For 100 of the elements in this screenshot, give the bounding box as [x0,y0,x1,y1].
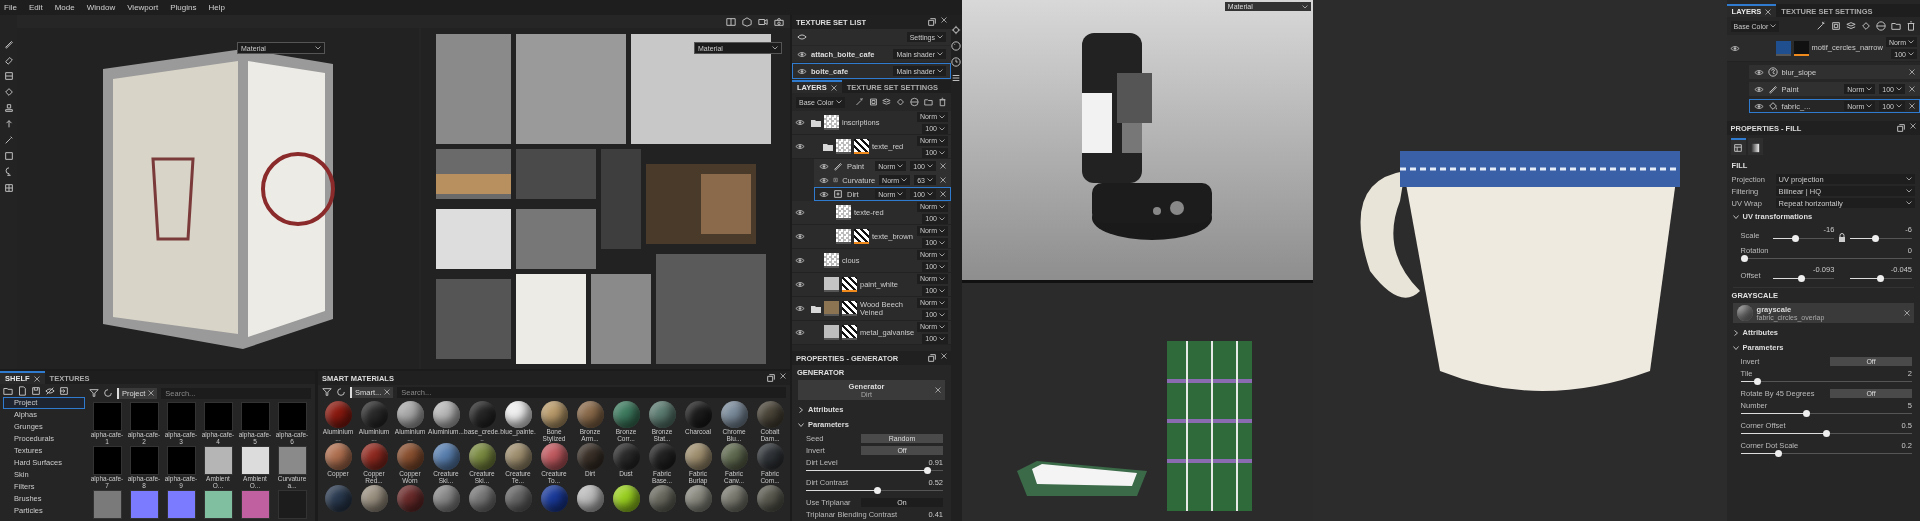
mask-thumbnail[interactable] [854,229,869,244]
resource-thumbnail[interactable] [277,402,307,431]
new-file-icon[interactable] [17,385,27,396]
add-layer-icon[interactable] [1846,21,1856,31]
slider-thumb[interactable] [1775,450,1783,457]
eye-icon[interactable] [795,329,805,336]
eye-icon[interactable] [795,143,805,150]
resource-thumbnail[interactable] [240,490,270,519]
reset-icon[interactable] [336,387,346,397]
menu-item[interactable]: Mode [54,3,75,12]
close-icon[interactable] [1909,103,1915,109]
layer-thumbnail[interactable] [824,253,839,268]
import-icon[interactable] [59,385,69,396]
globe-icon[interactable] [910,97,920,107]
selection-icon[interactable] [3,151,14,161]
property-tab[interactable] [1747,138,1763,155]
add-layer-icon[interactable] [882,97,892,107]
material-preview[interactable] [540,401,568,428]
list-icon[interactable] [951,73,962,83]
resource-thumbnail[interactable] [129,402,159,431]
viewport-background[interactable] [1312,0,1727,521]
mask-thumbnail[interactable] [854,139,869,154]
cube-icon[interactable] [742,16,752,27]
close-icon[interactable] [384,389,391,395]
wand-icon[interactable] [1816,21,1826,31]
settings-icon[interactable] [951,25,962,35]
mask-thumbnail[interactable] [842,301,857,316]
layer-thumbnail[interactable] [824,325,839,340]
undock-icon[interactable] [927,353,937,363]
material-preview[interactable] [432,401,460,428]
brush-icon[interactable] [1767,84,1778,94]
slider-thumb[interactable] [1872,235,1880,242]
chevron-down-icon[interactable] [1732,344,1739,351]
material-preview[interactable] [576,485,604,512]
close-icon[interactable] [940,191,946,197]
eye-icon[interactable] [797,67,807,75]
close-icon[interactable] [1904,310,1910,316]
material-preview[interactable] [504,401,532,428]
resource-thumbnail[interactable] [203,490,233,519]
split-view-icon[interactable] [726,16,736,27]
menu-item[interactable]: Help [208,3,225,12]
mask-thumbnail[interactable] [842,277,857,292]
material-preview[interactable] [468,443,496,470]
eye-icon[interactable] [795,281,805,288]
trash-icon[interactable] [938,97,947,107]
chevron-down-icon[interactable] [1732,213,1739,220]
grid-icon[interactable] [3,183,14,193]
material-preview[interactable] [504,443,532,470]
lock-icon[interactable] [1838,233,1847,242]
eye-icon[interactable] [1753,102,1764,110]
eye-icon[interactable] [819,162,829,170]
filter-icon[interactable] [1767,67,1778,77]
close-icon[interactable] [148,390,155,396]
eye-icon[interactable] [795,305,805,312]
eye-icon[interactable] [819,190,829,198]
close-icon[interactable] [941,353,947,359]
slider-track[interactable] [1740,255,1912,262]
resource-thumbnail[interactable] [92,490,122,519]
chevron-down-icon[interactable] [798,421,804,428]
menu-item[interactable]: Edit [28,3,43,12]
undock-icon[interactable] [1896,123,1906,133]
slider-thumb[interactable] [1822,430,1830,437]
eye-icon[interactable] [795,257,805,264]
resource-thumbnail[interactable] [129,446,159,475]
material-preview[interactable] [684,485,712,512]
material-preview[interactable] [396,401,424,428]
undock-icon[interactable] [927,17,937,27]
eye-icon[interactable] [1753,68,1764,76]
new-folder-icon[interactable] [1891,21,1901,31]
save-icon[interactable] [31,385,41,396]
chevron-right-icon[interactable] [798,406,804,413]
resource-thumbnail[interactable] [166,446,196,475]
material-preview[interactable] [432,485,460,512]
resource-thumbnail[interactable] [166,490,196,519]
slider-thumb[interactable] [924,467,932,474]
mask-thumbnail[interactable] [842,325,857,340]
eraser-icon[interactable] [3,55,14,65]
eye-icon[interactable] [795,233,805,240]
material-preview[interactable] [720,401,748,428]
undock-icon[interactable] [766,373,776,383]
mask-thumbnail[interactable] [1793,40,1809,56]
material-preview[interactable] [612,485,640,512]
filter-icon[interactable] [322,387,332,397]
filter-icon[interactable] [89,388,99,398]
picker-icon[interactable] [3,135,14,145]
close-icon[interactable] [1910,123,1916,129]
chevron-right-icon[interactable] [1732,329,1739,336]
globe-icon[interactable] [1876,21,1886,31]
close-icon[interactable] [935,387,941,393]
hidden-eye-icon[interactable] [45,385,55,396]
close-icon[interactable] [940,177,946,183]
eye-settings-icon[interactable] [797,32,807,42]
slider-thumb[interactable] [1740,255,1748,262]
slider-thumb[interactable] [873,487,881,494]
resource-thumbnail[interactable] [166,402,196,431]
viewport-background[interactable] [961,283,1313,521]
close-icon[interactable] [1909,86,1915,92]
resource-thumbnail[interactable] [203,446,233,475]
resource-thumbnail[interactable] [240,446,270,475]
clone-stamp-icon[interactable] [3,103,14,113]
